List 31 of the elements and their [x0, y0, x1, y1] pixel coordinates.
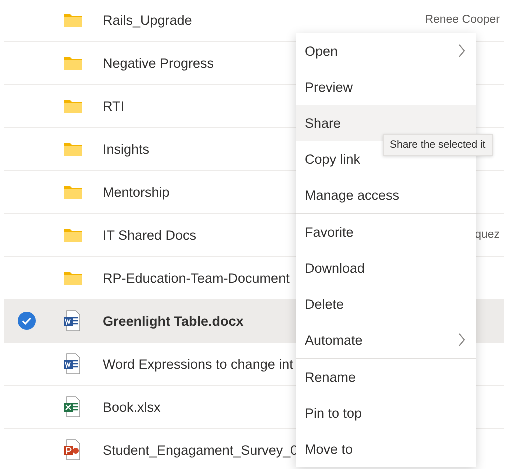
folder-icon [63, 141, 83, 157]
document-icon [63, 353, 81, 375]
folder-icon [63, 184, 83, 200]
file-name: RTI [103, 98, 125, 114]
file-name: IT Shared Docs [103, 228, 197, 242]
file-name: Word Expressions to change int [103, 356, 294, 372]
table-cell: Renee Cooper [425, 14, 500, 26]
file-name: Mentorship [103, 184, 170, 200]
file-name: Negative Progress [103, 56, 214, 70]
table-cell: quez [475, 229, 500, 241]
file-name: RP-Education-Team-Document [103, 270, 290, 286]
folder-icon [63, 98, 83, 114]
folder-icon [63, 227, 83, 243]
file-name: Insights [103, 142, 150, 156]
checkmark-icon [17, 311, 37, 331]
presentation-icon [63, 439, 81, 461]
tooltip: Share the selected it [383, 134, 493, 156]
menu-item[interactable]: Manage access [296, 177, 476, 213]
folder-icon [63, 55, 83, 71]
menu-item[interactable]: Favorite [296, 214, 476, 250]
folder-icon [63, 270, 83, 286]
file-name: Rails_Upgrade [103, 12, 192, 28]
spreadsheet-icon [63, 396, 81, 418]
document-icon [63, 310, 81, 332]
folder-icon [63, 12, 83, 28]
file-name: Book.xlsx [103, 400, 161, 414]
file-name: Greenlight Table.docx [103, 314, 244, 328]
file-name: Student_Engagament_Survey_0 [103, 442, 298, 458]
menu-item[interactable]: Pin to top [296, 395, 476, 431]
menu-item[interactable]: Share [296, 105, 476, 141]
menu-item[interactable]: Move to [296, 431, 476, 467]
